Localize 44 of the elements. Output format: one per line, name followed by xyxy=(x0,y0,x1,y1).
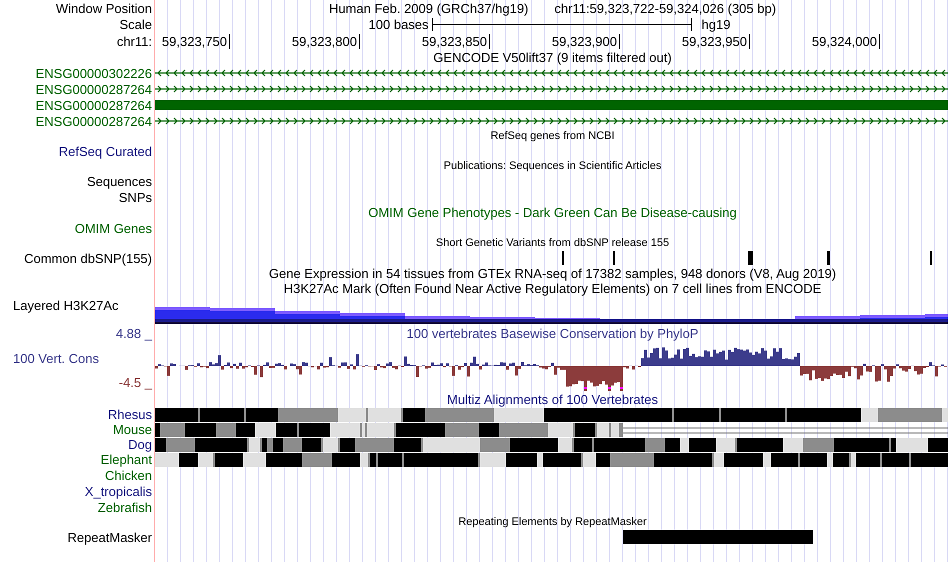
ruler-tick: 59,323,800 xyxy=(292,34,360,49)
track-caption: Multiz Alignments of 100 Vertebrates xyxy=(446,392,658,407)
track-label: Chicken xyxy=(105,468,152,482)
track-caption: Repeating Elements by RepeatMasker xyxy=(458,515,647,530)
track-caption: 100 vertebrates Basewise Conservation by PhyloP xyxy=(406,326,698,341)
ruler-tick: 59,324,000 xyxy=(812,34,880,49)
scale-text: 100 bases xyxy=(368,17,429,32)
track-label: Mouse xyxy=(112,422,152,437)
track-label: ENSG00000287264 xyxy=(36,98,152,112)
assembly-title: Human Feb. 2009 (GRCh37/hg19) xyxy=(328,0,528,16)
track-caption: GENCODE V50lift37 (9 items filtered out) xyxy=(433,50,672,65)
track-label: ENSG00000287264 xyxy=(36,82,152,96)
track-label: Zebrafish xyxy=(98,500,152,514)
assembly-name: hg19 xyxy=(702,17,730,32)
track-caption: Short Genetic Variants from dbSNP release 155 xyxy=(436,236,670,251)
track-label: Window Position xyxy=(56,0,152,16)
ruler-tick: 59,323,900 xyxy=(552,34,620,49)
track-label: chr11: xyxy=(116,34,152,49)
ruler-tick: 59,323,950 xyxy=(682,34,750,49)
track-label: X_tropicalis xyxy=(84,484,152,498)
track-caption: Gene Expression in 54 tissues from GTEx RNA-seq of 17382 samples, 948 donors (V8, Aug 2019) xyxy=(268,266,836,281)
track-label: ENSG00000302226 xyxy=(36,66,152,80)
track-label: Layered H3K27Ac xyxy=(13,298,119,312)
track-label: Elephant xyxy=(100,452,152,467)
ruler-tick: 59,323,850 xyxy=(422,34,490,49)
track-label: Sequences xyxy=(86,174,152,188)
track-label: SNPs xyxy=(118,190,152,204)
track-label: RepeatMasker xyxy=(67,530,152,544)
track-caption: RefSeq genes from NCBI xyxy=(490,129,615,144)
position-range: chr11:59,323,722-59,324,026 (305 bp) xyxy=(554,0,776,16)
track-label: Scale xyxy=(119,17,152,32)
track-label: Common dbSNP(155) xyxy=(24,250,152,266)
track-label: 100 Vert. Cons xyxy=(13,350,99,366)
track-label: RefSeq Curated xyxy=(58,144,152,158)
track-caption: H3K27Ac Mark (Often Found Near Active Regulatory Elements) on 7 cell lines from ENCODE xyxy=(284,281,822,296)
track-label: ENSG00000287264 xyxy=(36,114,152,128)
track-caption: Publications: Sequences in Scientific Articles xyxy=(444,159,662,174)
ruler-tick: 59,323,750 xyxy=(162,34,230,49)
track-label: OMIM Genes xyxy=(74,220,152,236)
track-label: Rhesus xyxy=(108,407,152,422)
axis-label: 4.88 _ xyxy=(116,326,152,341)
track-caption: OMIM Gene Phenotypes - Dark Green Can Be Disease-causing xyxy=(368,205,737,220)
track-label: Dog xyxy=(128,437,152,452)
axis-label: -4.5 _ xyxy=(118,375,152,390)
